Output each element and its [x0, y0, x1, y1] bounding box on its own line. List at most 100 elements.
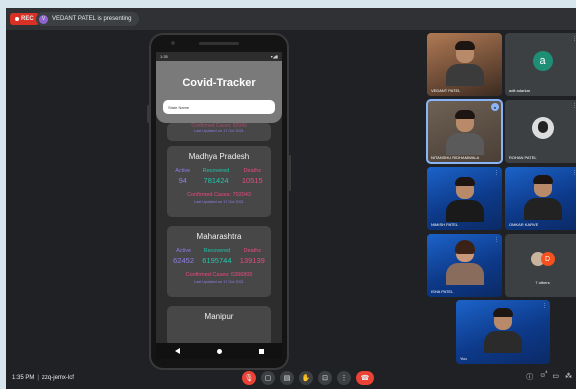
state-card-manipur[interactable]: Manipur: [167, 306, 271, 346]
recovered-label: Recovered: [203, 248, 231, 254]
participant-tile[interactable]: ⋮ ROHAN PATEL: [505, 100, 576, 163]
meeting-details-icon[interactable]: ⓘ: [526, 372, 533, 382]
mic-off-icon: ⋮: [572, 170, 576, 176]
last-updated: Last Updated on 17 Oct 2021: [194, 129, 244, 133]
chat-icon[interactable]: ▭: [552, 372, 559, 382]
stats-row: Active 94 Recovered 781424 Deaths 10515: [167, 168, 271, 185]
call-controls: 🎙 ▢ ▤ ✋ ⊡ ⋮ ☎: [242, 371, 374, 385]
recording-label: REC: [21, 16, 34, 22]
deaths-stat: Deaths 10515: [242, 168, 263, 185]
people-icon[interactable]: ☺ 4: [539, 369, 548, 382]
state-card-maharashtra[interactable]: Maharashtra Active 62452 Recovered 61957…: [167, 226, 271, 297]
end-call-icon[interactable]: ☎: [356, 371, 374, 385]
participant-tile[interactable]: ⋮ ISHA PATEL: [427, 234, 502, 297]
deaths-value: 10515: [241, 176, 263, 185]
confirmed-cases: Confirmed Cases: 92943: [191, 123, 247, 129]
active-stat: Active 62452: [173, 248, 194, 265]
nav-home-icon[interactable]: [216, 348, 222, 354]
participant-tile[interactable]: ⋮ OMKAR KARVE: [505, 167, 576, 230]
participant-name: OMKAR KARVE: [509, 222, 539, 227]
status-time: 1:35: [160, 54, 168, 59]
participant-video: [445, 41, 484, 86]
participant-name: VEDANT PATEL: [431, 88, 461, 93]
recovered-stat: Recovered 6195744: [202, 248, 231, 265]
deaths-stat: Deaths 139139: [240, 248, 265, 265]
active-value: 62452: [173, 256, 194, 265]
active-label: Active: [176, 248, 192, 254]
participant-name: ISHA PATEL: [431, 289, 454, 294]
bottom-bar: 1:35 PM | zzq-jemx-lcf 🎙 ▢ ▤ ✋ ⊡ ⋮ ☎ ⓘ ☺ 4 …: [6, 368, 576, 389]
participant-name: ROHAN PATEL: [509, 155, 537, 160]
phone-power-button: [288, 155, 291, 191]
participant-tile[interactable]: ⋮ a adit adarkar: [505, 33, 576, 96]
participant-video: [484, 308, 522, 353]
phone-volume-button: [147, 105, 150, 123]
participant-tile-pinned[interactable]: ● NITANSHU RIDHAMWALA: [426, 99, 503, 164]
participant-tile[interactable]: VEDANT PATEL: [427, 33, 502, 96]
presenting-text: VEDANT PATEL is presenting: [52, 16, 132, 22]
people-count: 4: [545, 369, 548, 374]
active-label: Active: [175, 168, 191, 174]
nav-back-icon[interactable]: [174, 348, 180, 354]
raise-hand-icon[interactable]: ✋: [299, 371, 313, 385]
more-options-icon[interactable]: ⋮: [337, 371, 351, 385]
last-updated: Last Updated on 17 Oct 2021: [194, 280, 244, 284]
participant-avatar: a: [532, 51, 553, 71]
meeting-info: 1:35 PM | zzq-jemx-lcf: [12, 375, 74, 381]
activities-icon[interactable]: ⁂: [565, 372, 572, 382]
shared-phone-screen: 1:35 ▾◢▮ Covid-Tracker State Name Confir…: [147, 33, 291, 370]
participant-avatar: [531, 117, 554, 139]
camera-toggle-icon[interactable]: ▢: [261, 371, 275, 385]
participant-avatar: D: [540, 252, 555, 266]
top-bar: REC V VEDANT PATEL is presenting: [6, 8, 576, 30]
deaths-value: 139139: [239, 256, 265, 265]
mic-off-icon: ⋮: [572, 103, 576, 109]
mic-toggle-icon[interactable]: 🎙: [242, 371, 256, 385]
phone-display: 1:35 ▾◢▮ Covid-Tracker State Name Confir…: [156, 52, 282, 359]
meeting-code: zzq-jemx-lcf: [41, 375, 74, 381]
participant-name: NITANSHU RIDHAMWALA: [431, 155, 480, 160]
state-name: Maharashtra: [196, 232, 242, 241]
clock-time: 1:35 PM: [12, 375, 35, 381]
deaths-label: Deaths: [243, 168, 262, 174]
state-card-madhya-pradesh[interactable]: Madhya Pradesh Active 94 Recovered 78142…: [167, 146, 271, 217]
side-panel-controls: ⓘ ☺ 4 ▭ ⁂: [526, 369, 572, 382]
speaking-indicator-icon: ●: [491, 103, 499, 111]
participant-name: You: [460, 356, 467, 361]
phone-camera-icon: [171, 41, 175, 45]
participant-name: adit adarkar: [509, 88, 531, 93]
active-stat: Active 94: [175, 168, 190, 185]
state-card-partial[interactable]: Confirmed Cases: 92943 Last Updated on 1…: [167, 123, 271, 141]
android-status-bar: 1:35 ▾◢▮: [156, 52, 282, 61]
stats-row: Active 62452 Recovered 6195744 Deaths 13…: [167, 248, 271, 265]
confirmed-cases: Confirmed Cases: 792043: [187, 192, 251, 198]
recovered-value: 781424: [203, 176, 229, 185]
active-value: 94: [178, 176, 187, 185]
deaths-label: Deaths: [243, 248, 262, 254]
mic-off-icon: ⋮: [572, 36, 576, 42]
state-name: Manipur: [204, 312, 234, 321]
status-icons: ▾◢▮: [270, 54, 278, 59]
participant-video: [445, 177, 484, 222]
app-title: Covid-Tracker: [182, 77, 256, 89]
last-updated: Last Updated on 17 Oct 2021: [194, 200, 244, 204]
self-view-tile[interactable]: ⋮ You: [456, 300, 550, 364]
nav-recents-icon[interactable]: [258, 348, 264, 354]
captions-icon[interactable]: ▤: [280, 371, 294, 385]
state-name: Madhya Pradesh: [188, 152, 250, 161]
meet-window: REC V VEDANT PATEL is presenting 1:35 ▾◢…: [6, 8, 576, 389]
participant-tile-others[interactable]: D 7 others: [505, 234, 576, 297]
others-avatars: D: [530, 252, 555, 266]
record-dot-icon: [15, 17, 19, 21]
mic-off-icon: ⋮: [494, 170, 499, 176]
presenting-chip[interactable]: V VEDANT PATEL is presenting: [36, 12, 140, 26]
recovered-value: 6195744: [202, 256, 232, 265]
participant-tile[interactable]: ⋮ NIMISH PATEL: [427, 167, 502, 230]
android-nav-bar: [156, 343, 282, 359]
more-options-icon[interactable]: ⋮: [542, 303, 547, 309]
present-screen-icon[interactable]: ⊡: [318, 371, 332, 385]
recovered-label: Recovered: [202, 168, 230, 174]
recording-badge: REC: [10, 13, 39, 25]
participant-video: [523, 175, 562, 220]
state-search-input[interactable]: State Name: [163, 100, 275, 114]
